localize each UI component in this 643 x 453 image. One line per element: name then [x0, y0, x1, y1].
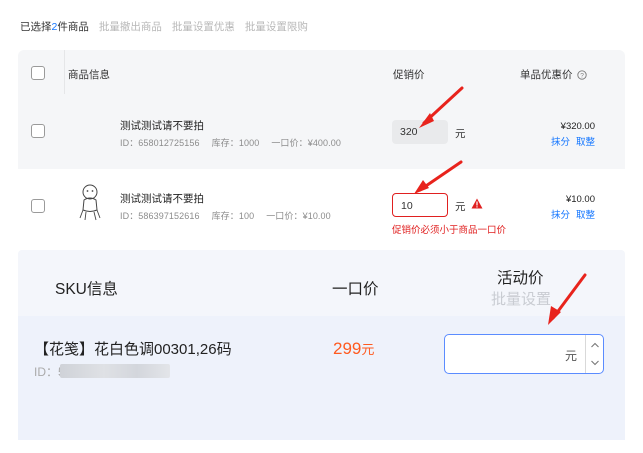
- round-cents-link[interactable]: 抹分: [551, 137, 570, 148]
- sku-item-price: 299元: [333, 339, 375, 358]
- sku-batch-set-link[interactable]: 批量设置: [491, 288, 551, 309]
- product-thumbnail: [79, 184, 101, 221]
- product-table: 商品信息 促销价 单品优惠价 ? 测试测试请不要拍 ID：65801272515…: [18, 50, 625, 247]
- price-error-message: 促销价必须小于商品一口价: [392, 225, 507, 236]
- header-product-info: 商品信息: [68, 69, 110, 81]
- sku-header-activity: 活动价: [497, 270, 544, 287]
- price-adjust-links: 抹分 取整: [545, 207, 595, 221]
- round-integer-link[interactable]: 取整: [576, 210, 595, 221]
- help-icon[interactable]: ?: [576, 69, 587, 80]
- header-unit-discount: 单品优惠价 ?: [520, 67, 587, 82]
- price-stepper: [585, 335, 603, 373]
- row-checkbox[interactable]: [31, 124, 45, 138]
- batch-remove-button[interactable]: 批量撤出商品: [99, 19, 162, 34]
- warning-icon: [471, 198, 483, 209]
- activity-price-input[interactable]: 元: [444, 334, 604, 374]
- promo-price-input[interactable]: 320: [392, 120, 448, 144]
- price-unit: 元: [455, 128, 466, 140]
- product-meta: ID：658012725156 库存：1000 一口价：¥400.00: [120, 138, 341, 148]
- batch-discount-button[interactable]: 批量设置优惠: [172, 19, 235, 34]
- svg-text:?: ?: [580, 72, 584, 79]
- chevron-down-icon[interactable]: [590, 359, 600, 367]
- round-integer-link[interactable]: 取整: [576, 137, 595, 148]
- batch-limit-button[interactable]: 批量设置限购: [245, 19, 308, 34]
- select-all-checkbox[interactable]: [31, 66, 45, 80]
- product-meta: ID：586397152616 库存：100 一口价：¥10.00: [120, 211, 331, 221]
- table-row: 测试测试请不要拍 ID：586397152616 库存：100 一口价：¥10.00…: [18, 169, 625, 247]
- selection-count: 已选择2件商品: [20, 20, 89, 33]
- table-row: 测试测试请不要拍 ID：658012725156 库存：1000 一口价：¥400.…: [18, 94, 625, 169]
- row-checkbox[interactable]: [31, 199, 45, 213]
- discount-price: ¥10.00: [565, 194, 595, 205]
- sku-item-name: 【花笺】花白色调00301,26码: [34, 341, 232, 358]
- promo-price-input[interactable]: 10: [392, 193, 448, 217]
- sku-header-info: SKU信息: [55, 281, 118, 298]
- redacted-id: [60, 364, 170, 378]
- table-header: 商品信息 促销价 单品优惠价 ?: [18, 50, 625, 94]
- sku-header-price: 一口价: [332, 281, 379, 298]
- product-title[interactable]: 测试测试请不要拍: [120, 191, 204, 206]
- discount-price: ¥320.00: [560, 121, 595, 132]
- product-title[interactable]: 测试测试请不要拍: [120, 118, 204, 133]
- price-adjust-links: 抹分 取整: [545, 134, 595, 148]
- input-unit: 元: [564, 349, 577, 363]
- price-unit: 元: [455, 201, 466, 213]
- chevron-up-icon[interactable]: [590, 341, 600, 349]
- header-promo-price: 促销价: [393, 69, 425, 81]
- selection-toolbar: 已选择2件商品 批量撤出商品 批量设置优惠 批量设置限购: [20, 18, 308, 34]
- round-cents-link[interactable]: 抹分: [551, 210, 570, 221]
